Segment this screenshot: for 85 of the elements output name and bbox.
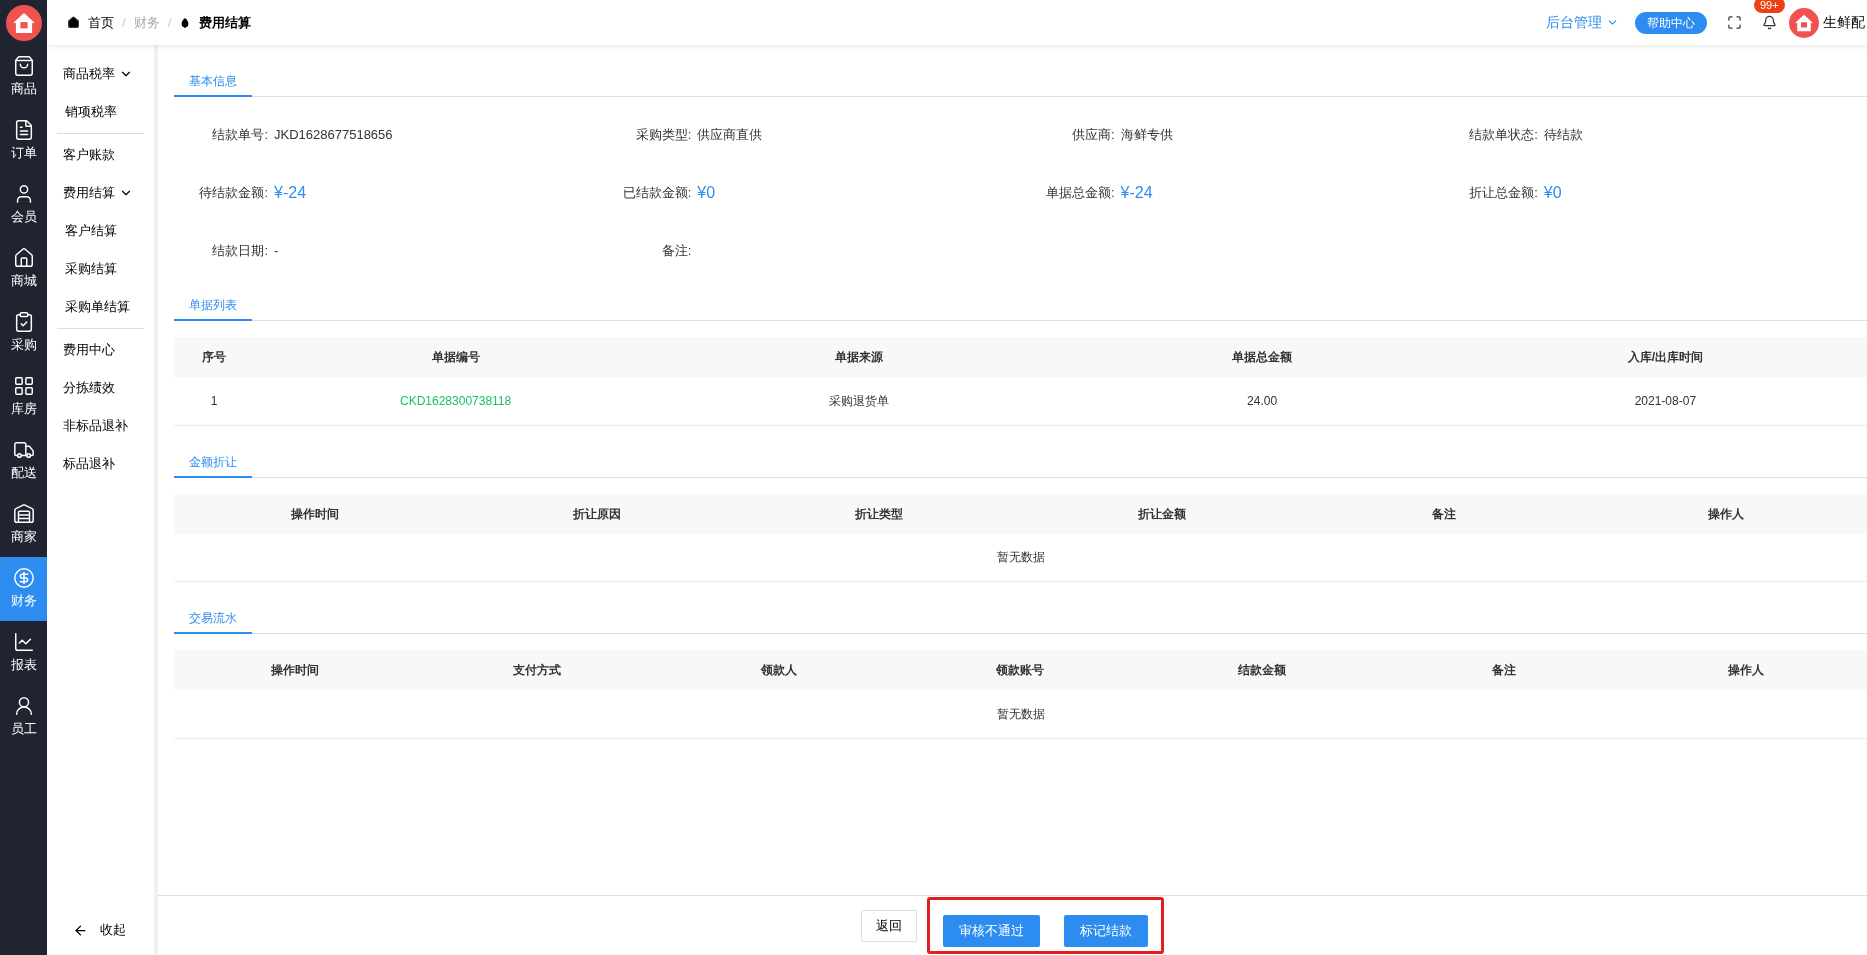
column-header: 折让类型 [738, 493, 1021, 534]
user-name[interactable]: 生鲜配 [1823, 12, 1867, 33]
column-header: 折让金额 [1020, 493, 1303, 534]
section-tab[interactable]: 交易流水 [174, 604, 252, 634]
column-header: 备注 [1383, 650, 1626, 690]
collapse-button[interactable]: 收起 [47, 915, 154, 945]
field-value: ¥0 [697, 183, 716, 203]
logo-icon [1789, 7, 1819, 38]
field-label: 结款日期: [211, 242, 269, 261]
nav-item[interactable]: 库房 [0, 365, 47, 429]
menu-item[interactable]: 采购结算 [57, 250, 117, 288]
breadcrumb-link[interactable]: 首页 [88, 12, 114, 33]
nav-item[interactable]: 配送 [0, 429, 47, 493]
admin-menu[interactable]: 后台管理 [1546, 12, 1619, 33]
section-tab[interactable]: 单据列表 [174, 291, 252, 321]
nav-item[interactable]: 商家 [0, 493, 47, 557]
field-value: 待结款 [1543, 126, 1583, 145]
field-label: 已结款金额: [621, 184, 693, 203]
field-label: 采购类型: [634, 126, 693, 145]
table-cell: 24.00 [1060, 377, 1464, 425]
nav-item[interactable]: 采购 [0, 301, 47, 365]
field-label: 单据总金额: [1044, 184, 1116, 203]
menu-group[interactable]: 标品退补 [57, 445, 115, 483]
column-header: 备注 [1302, 493, 1585, 534]
menu-item[interactable]: 采购单结算 [57, 288, 130, 326]
bag-icon [12, 55, 35, 78]
field-value: 海鲜专供 [1120, 126, 1173, 145]
column-header: 序号 [174, 337, 254, 377]
field-label: 结款单号: [211, 126, 269, 145]
field-value: 供应商直供 [697, 126, 763, 145]
menu-group[interactable]: 分拣绩效 [57, 369, 115, 407]
section-tab[interactable]: 金额折让 [174, 447, 252, 478]
column-header: 结款金额 [1141, 650, 1384, 690]
nav-item[interactable]: 会员 [0, 173, 47, 237]
empty-message: 暂无数据 [174, 533, 1867, 582]
menu-group[interactable]: 费用结算 [57, 174, 133, 212]
field-value: ¥-24 [1120, 183, 1153, 203]
table-cell: 采购退货单 [657, 377, 1061, 425]
column-header: 支付方式 [415, 650, 658, 690]
column-header: 单据编号 [254, 337, 658, 377]
column-header: 操作人 [1584, 493, 1867, 534]
menu-group[interactable]: 客户账款 [57, 136, 115, 174]
field-label: 供应商: [1070, 126, 1116, 145]
column-header: 单据来源 [657, 337, 1061, 377]
menu-group[interactable]: 商品税率 [57, 55, 133, 93]
field-value: ¥0 [1543, 183, 1562, 203]
column-header: 折让原因 [456, 493, 739, 534]
breadcrumb-separator: / [122, 13, 126, 32]
nav-item[interactable]: 报表 [0, 621, 47, 685]
menu-group[interactable]: 费用中心 [57, 331, 115, 369]
column-header: 领款账号 [899, 650, 1142, 690]
column-header: 操作时间 [174, 493, 457, 534]
home-icon [67, 16, 80, 29]
column-header: 入库/出库时间 [1463, 337, 1867, 377]
nav-item[interactable]: 商城 [0, 237, 47, 301]
nav-item[interactable]: 商品 [0, 45, 47, 109]
breadcrumb-separator: / [167, 13, 172, 32]
bell-icon[interactable] [1762, 15, 1777, 30]
column-header: 领款人 [657, 650, 900, 690]
field-label: 结款单状态: [1468, 126, 1539, 145]
back-button[interactable]: 返回 [861, 909, 917, 942]
house-icon [12, 247, 35, 270]
fullscreen-icon[interactable] [1727, 15, 1742, 30]
notification-badge: 99+ [1754, 0, 1785, 13]
field-label: 备注: [660, 242, 693, 261]
logo-icon [5, 4, 42, 41]
column-header: 单据总金额 [1060, 337, 1464, 377]
column-header: 操作时间 [174, 650, 416, 690]
menu-item[interactable]: 客户结算 [57, 212, 117, 250]
table-cell: 2021-08-07 [1463, 377, 1867, 425]
blocks-icon [12, 375, 35, 398]
nav-item[interactable]: 订单 [0, 109, 47, 173]
field-value: - [274, 242, 279, 261]
column-header: 操作人 [1625, 650, 1867, 690]
empty-message: 暂无数据 [174, 690, 1867, 738]
table-cell: 1 [174, 377, 254, 425]
chart-icon [12, 631, 35, 654]
nav-item[interactable]: 员工 [0, 685, 47, 749]
field-value: ¥-24 [274, 183, 307, 203]
field-label: 待结款金额: [198, 184, 269, 203]
menu-item[interactable]: 销项税率 [57, 93, 117, 131]
field-value: JKD1628677518656 [274, 126, 393, 145]
menu-group[interactable]: 非标品退补 [57, 407, 128, 445]
section-tab[interactable]: 基本信息 [174, 67, 252, 97]
field-label: 折让总金额: [1468, 184, 1539, 203]
